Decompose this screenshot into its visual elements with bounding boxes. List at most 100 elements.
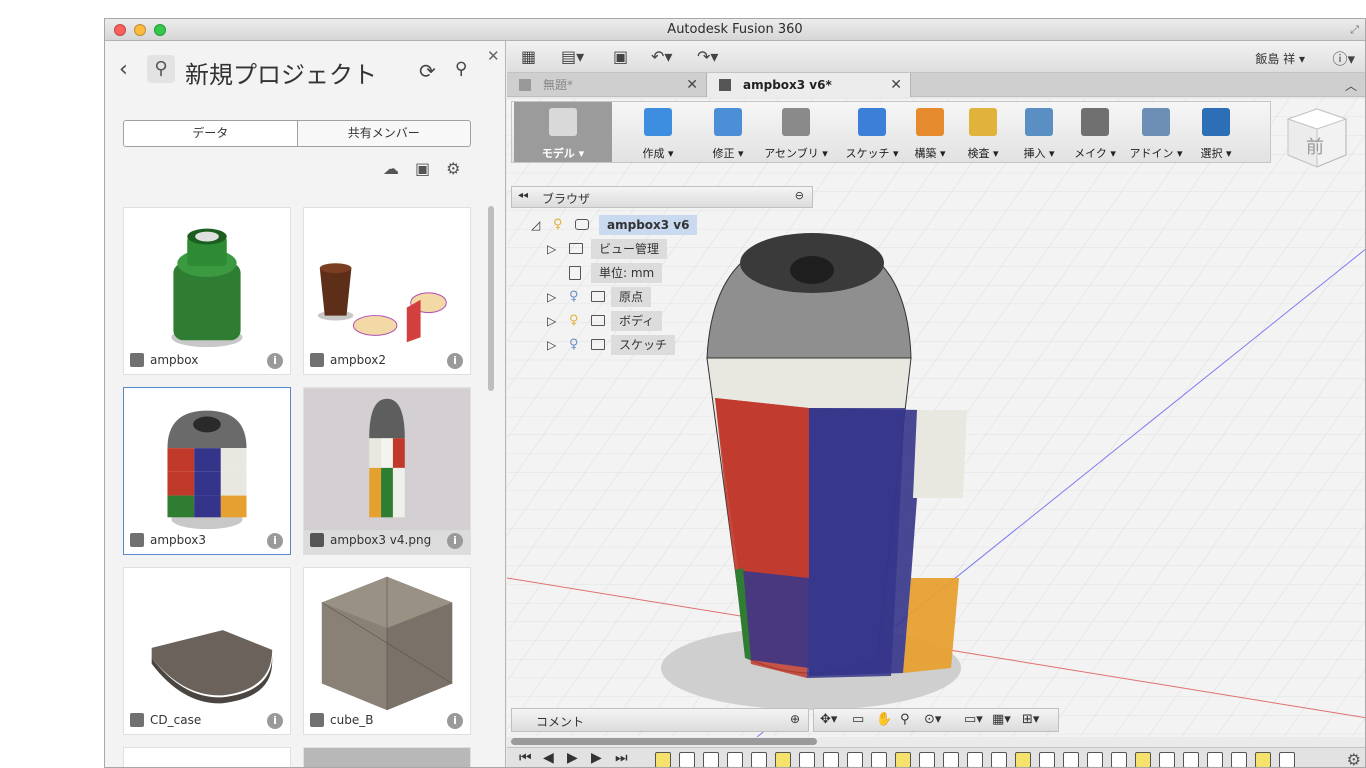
timeline-feature-icon[interactable] <box>1231 752 1247 767</box>
zoom-icon[interactable]: ⚲ <box>900 712 910 727</box>
expand-icon[interactable]: ▷ <box>547 311 556 331</box>
tab-untitled[interactable]: 無題* ✕ <box>507 73 707 97</box>
timeline-feature-icon[interactable] <box>823 752 839 767</box>
file-card-partial[interactable] <box>303 747 471 767</box>
save-icon[interactable]: ▣ <box>613 47 628 66</box>
panel-scrollbar[interactable] <box>488 206 494 391</box>
orbit-icon[interactable]: ✥▾ <box>820 712 837 727</box>
ribbon-button-3[interactable]: アセンブリ ▾ <box>754 102 838 162</box>
play-icon[interactable]: ▶ <box>567 750 578 766</box>
expand-icon[interactable]: ▷ <box>547 287 556 307</box>
ribbon-button-5[interactable]: 構築 ▾ <box>906 102 954 162</box>
file-card-ampbox[interactable]: ampbox i <box>123 207 291 375</box>
expand-icon[interactable]: ▷ <box>547 335 556 355</box>
timeline-feature-icon[interactable] <box>1087 752 1103 767</box>
step-back-icon[interactable]: ◀ <box>543 750 554 766</box>
ribbon-button-1[interactable]: 作成 ▾ <box>614 102 702 162</box>
user-menu[interactable]: 飯島 祥 ▾ <box>1255 50 1305 67</box>
timeline-feature-icon[interactable] <box>991 752 1007 767</box>
timeline-feature-icon[interactable] <box>1135 752 1151 767</box>
collapse-ribbon-icon[interactable]: ︿ <box>1345 77 1357 94</box>
tab-members[interactable]: 共有メンバー <box>296 121 471 146</box>
grid-menu-icon[interactable]: ▦ <box>521 47 536 66</box>
tab-data[interactable]: データ <box>124 121 297 146</box>
timeline-feature-icon[interactable] <box>775 752 791 767</box>
minimize-browser-icon[interactable]: ⊖ <box>795 189 804 202</box>
timeline-feature-icon[interactable] <box>871 752 887 767</box>
file-menu-icon[interactable]: ▤▾ <box>561 47 584 66</box>
timeline-feature-icon[interactable] <box>1063 752 1079 767</box>
timeline-feature-icon[interactable] <box>1255 752 1271 767</box>
step-forward-icon[interactable]: ▶ <box>591 750 602 766</box>
ribbon-button-2[interactable]: 修正 ▾ <box>704 102 752 162</box>
info-icon[interactable]: i <box>267 713 283 729</box>
collapse-browser-icon[interactable]: ◂◂ <box>518 190 528 201</box>
display-settings-icon[interactable]: ▭▾ <box>964 712 983 727</box>
back-button[interactable]: ‹ <box>119 57 128 82</box>
look-at-icon[interactable]: ▭ <box>852 712 864 727</box>
timeline-feature-icon[interactable] <box>895 752 911 767</box>
file-card-ampbox3-png[interactable]: ampbox3 v4.png i <box>303 387 471 555</box>
undo-icon[interactable]: ↶▾ <box>651 47 672 66</box>
timeline-feature-icon[interactable] <box>967 752 983 767</box>
info-icon[interactable]: i <box>447 533 463 549</box>
settings-icon[interactable]: ⚙ <box>446 159 460 178</box>
info-icon[interactable]: i <box>447 713 463 729</box>
refresh-icon[interactable]: ⟳ <box>419 59 436 83</box>
info-icon[interactable]: i <box>267 533 283 549</box>
timeline-feature-icon[interactable] <box>919 752 935 767</box>
timeline-feature-icon[interactable] <box>847 752 863 767</box>
file-card-ampbox2[interactable]: ampbox2 i <box>303 207 471 375</box>
info-icon[interactable]: i <box>447 353 463 369</box>
expand-collapse-icon[interactable]: ◿ <box>531 215 540 235</box>
file-card-cd-case[interactable]: CD_case i <box>123 567 291 735</box>
viewports-icon[interactable]: ⊞▾ <box>1022 712 1039 727</box>
expand-icon[interactable]: ▷ <box>547 239 556 259</box>
fit-icon[interactable]: ⊙▾ <box>924 712 941 727</box>
timeline-feature-icon[interactable] <box>655 752 671 767</box>
grid-settings-icon[interactable]: ▦▾ <box>992 712 1011 727</box>
file-card-cube-b[interactable]: cube_B i <box>303 567 471 735</box>
ribbon-button-10[interactable]: 選択 ▾ <box>1190 102 1242 162</box>
timeline-feature-icon[interactable] <box>727 752 743 767</box>
timeline-feature-icon[interactable] <box>703 752 719 767</box>
timeline-feature-icon[interactable] <box>799 752 815 767</box>
timeline-feature-icon[interactable] <box>679 752 695 767</box>
go-to-start-icon[interactable]: ⏮ <box>519 750 532 766</box>
timeline-feature-icon[interactable] <box>943 752 959 767</box>
file-card-partial[interactable] <box>123 747 291 767</box>
info-icon[interactable]: i <box>267 353 283 369</box>
timeline-settings-icon[interactable]: ⚙ <box>1347 750 1361 767</box>
timeline-feature-icon[interactable] <box>1039 752 1055 767</box>
upload-icon[interactable]: ☁ <box>383 159 399 178</box>
timeline-feature-icon[interactable] <box>1279 752 1295 767</box>
visibility-bulb-icon[interactable]: ♀ <box>569 335 579 355</box>
ribbon-button-8[interactable]: メイク ▾ <box>1068 102 1122 162</box>
close-tab-icon[interactable]: ✕ <box>890 73 902 97</box>
ribbon-button-7[interactable]: 挿入 ▾ <box>1012 102 1066 162</box>
timeline-feature-icon[interactable] <box>1111 752 1127 767</box>
timeline-feature-icon[interactable] <box>1015 752 1031 767</box>
visibility-bulb-icon[interactable]: ♀ <box>569 287 579 307</box>
ribbon-button-6[interactable]: 検査 ▾ <box>956 102 1010 162</box>
ribbon-button-9[interactable]: アドイン ▾ <box>1124 102 1188 162</box>
fullscreen-icon[interactable]: ⤢ <box>1350 23 1359 37</box>
redo-icon[interactable]: ↷▾ <box>697 47 718 66</box>
timeline-feature-icon[interactable] <box>1159 752 1175 767</box>
tab-ampbox3[interactable]: ampbox3 v6* ✕ <box>707 73 911 97</box>
pan-icon[interactable]: ✋ <box>876 712 892 727</box>
new-folder-icon[interactable]: ▣ <box>415 159 430 178</box>
search-icon[interactable]: ⚲ <box>455 59 467 79</box>
go-to-end-icon[interactable]: ⏭ <box>615 750 628 766</box>
ribbon-button-4[interactable]: スケッチ ▾ <box>840 102 904 162</box>
timeline-feature-icon[interactable] <box>1207 752 1223 767</box>
add-comment-icon[interactable]: ⊕ <box>790 712 800 726</box>
ribbon-button-0[interactable]: モデル ▾ <box>514 102 612 162</box>
visibility-bulb-icon[interactable]: ♀ <box>553 215 563 235</box>
close-panel-button[interactable]: ✕ <box>487 47 500 65</box>
view-cube[interactable]: 前 <box>1282 103 1352 173</box>
close-tab-icon[interactable]: ✕ <box>686 73 698 97</box>
help-icon[interactable]: ⓘ▾ <box>1332 48 1355 69</box>
timeline-feature-icon[interactable] <box>1183 752 1199 767</box>
visibility-bulb-icon[interactable]: ♀ <box>569 311 579 331</box>
